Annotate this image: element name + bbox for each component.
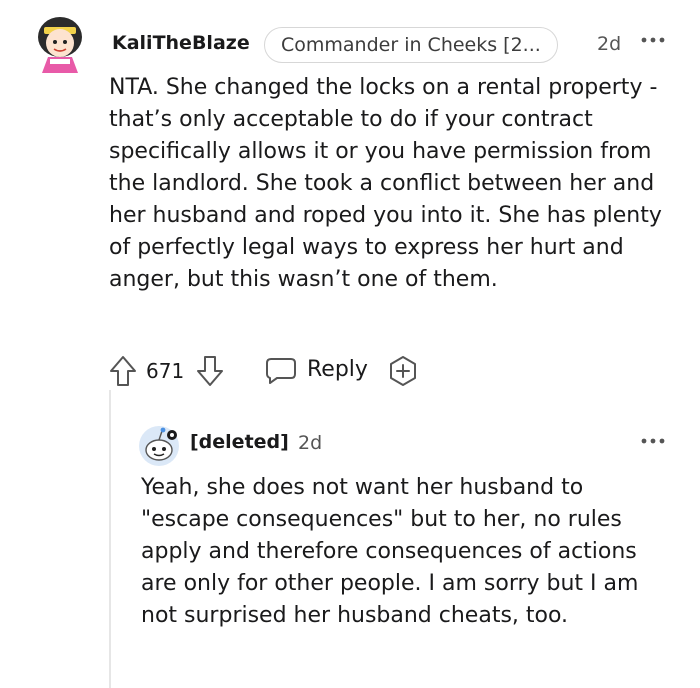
more-dots-icon[interactable] <box>641 35 665 45</box>
deleted-user-avatar <box>139 426 179 466</box>
arrow-up-icon[interactable] <box>109 355 137 387</box>
comment-age: 2d <box>597 33 622 55</box>
thread-line[interactable] <box>109 390 111 688</box>
reply-button[interactable]: Reply <box>307 357 368 382</box>
arrow-down-icon[interactable] <box>196 355 224 387</box>
comment-body: NTA. She changed the locks on a rental p… <box>109 75 662 292</box>
user-flair: Commander in Cheeks [2... <box>264 27 558 63</box>
reply-username: [deleted] <box>190 431 289 453</box>
speech-bubble-icon[interactable] <box>265 357 297 385</box>
award-plus-icon[interactable] <box>387 355 419 387</box>
user-avatar[interactable] <box>30 15 90 75</box>
more-dots-icon[interactable] <box>641 436 665 446</box>
vote-count: 671 <box>146 359 185 383</box>
comment-username[interactable]: KaliTheBlaze <box>112 32 250 54</box>
reply-age: 2d <box>298 432 323 454</box>
reply-body: Yeah, she does not want her husband to "… <box>141 475 639 628</box>
